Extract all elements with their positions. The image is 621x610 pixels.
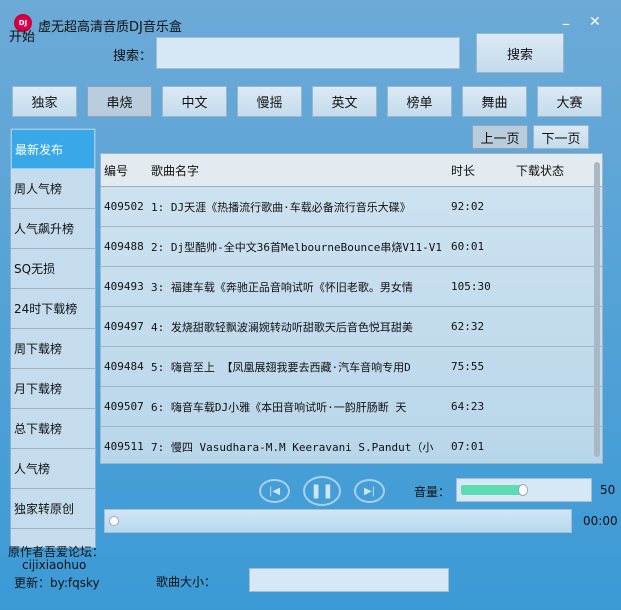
volume-slider[interactable] xyxy=(456,478,592,502)
close-button[interactable]: ✕ xyxy=(589,14,601,30)
progress-knob[interactable] xyxy=(109,516,119,526)
next-page-button[interactable]: 下一页 xyxy=(533,125,589,149)
col-status: 下载状态 xyxy=(516,163,565,178)
song-name: 2: Dj型酷帅-全中文36首MelbourneBounce串烧V11-V1 xyxy=(151,240,443,254)
song-duration: 75:55 xyxy=(451,360,485,373)
category-tab[interactable]: 串烧 xyxy=(87,86,152,117)
minimize-button[interactable]: – xyxy=(562,14,570,33)
category-tab[interactable]: 慢摇 xyxy=(237,86,302,117)
author-name: cijixiaohuo xyxy=(22,558,87,572)
song-id: 409511 xyxy=(104,440,144,453)
song-size-field xyxy=(249,568,449,592)
volume-value: 50 xyxy=(600,483,616,497)
current-time: 00:00 xyxy=(583,514,618,528)
volume-label: 音量： xyxy=(414,485,451,499)
category-tab[interactable]: 榜单 xyxy=(387,86,452,117)
song-name: 7: 慢四 Vasudhara-M.M Keeravani S.Pandut（小 xyxy=(151,440,434,454)
window-title: 虚无超高清音质DJ音乐盒 xyxy=(38,20,182,35)
start-label[interactable]: 开始 xyxy=(9,26,35,45)
table-header: 编号 歌曲名字 时长 下载状态 xyxy=(101,154,602,187)
category-tab[interactable]: 大赛 xyxy=(537,86,602,117)
pause-button[interactable]: ❚❚ xyxy=(303,476,341,506)
category-tab[interactable]: 中文 xyxy=(162,86,227,117)
volume-fill xyxy=(461,485,524,495)
sidebar-item[interactable]: 人气飙升榜 xyxy=(11,209,95,249)
song-id: 409488 xyxy=(104,240,144,253)
song-duration: 62:32 xyxy=(451,320,485,333)
sidebar-item[interactable]: 周人气榜 xyxy=(11,169,95,209)
search-input[interactable] xyxy=(156,37,460,69)
skip-forward-icon: ▶| xyxy=(363,485,376,497)
next-track-button[interactable]: ▶| xyxy=(354,479,385,503)
sidebar-item[interactable]: 月下载榜 xyxy=(11,369,95,409)
category-tab[interactable]: 舞曲 xyxy=(462,86,527,117)
sidebar-item[interactable]: 周下载榜 xyxy=(11,329,95,369)
song-name: 5: 嗨音至上 【凤凰展翅我要去西藏·汽车音响专用D xyxy=(151,360,411,374)
song-id: 409502 xyxy=(104,200,144,213)
sidebar-item[interactable]: 最新发布 xyxy=(11,129,95,169)
sidebar-item[interactable]: 独家转原创 xyxy=(11,489,95,529)
sidebar-item[interactable]: 总下载榜 xyxy=(11,409,95,449)
song-id: 409484 xyxy=(104,360,144,373)
col-duration: 时长 xyxy=(451,163,476,178)
song-name: 6: 嗨音车载DJ小雅《本田音响试听·一韵肝肠断 天 xyxy=(151,400,407,414)
category-tab[interactable]: 英文 xyxy=(312,86,377,117)
sidebar-item[interactable]: 人气榜 xyxy=(11,449,95,489)
table-row[interactable]: 409497 4: 发烧甜歌轻飘波澜婉转动听甜歌天后音色悦耳甜美 62:32 xyxy=(101,307,602,347)
song-duration: 92:02 xyxy=(451,200,485,213)
table-scrollbar[interactable] xyxy=(594,162,600,457)
sidebar: 最新发布 周人气榜 人气飙升榜 SQ无损 24时下载榜 周下载榜 月下载榜 总下载榜 人气榜 独家… xyxy=(10,128,96,548)
update-credit: 更新：by:fqsky xyxy=(14,576,100,590)
table-row[interactable]: 409488 2: Dj型酷帅-全中文36首MelbourneBounce串烧V1… xyxy=(101,227,602,267)
table-row[interactable]: 409507 6: 嗨音车载DJ小雅《本田音响试听·一韵肝肠断 天 64:23 xyxy=(101,387,602,427)
table-row[interactable]: 409502 1: DJ天涯《热播流行歌曲·车载必备流行音乐大碟》 92:02 xyxy=(101,187,602,227)
prev-page-button[interactable]: 上一页 xyxy=(472,125,528,149)
song-id: 409507 xyxy=(104,400,144,413)
progress-slider[interactable] xyxy=(104,509,572,533)
table-row[interactable]: 409493 3: 福建车载《奔驰正品音响试听《怀旧老歌。男女情 105:30 xyxy=(101,267,602,307)
table-row[interactable]: 409484 5: 嗨音至上 【凤凰展翅我要去西藏·汽车音响专用D 75:55 xyxy=(101,347,602,387)
song-table: 编号 歌曲名字 时长 下载状态 409502 1: DJ天涯《热播流行歌曲·车载必… xyxy=(100,153,603,464)
sidebar-item[interactable]: 24时下载榜 xyxy=(11,289,95,329)
col-name: 歌曲名字 xyxy=(151,163,200,178)
song-id: 409497 xyxy=(104,320,144,333)
song-duration: 105:30 xyxy=(451,280,491,293)
song-size-label: 歌曲大小： xyxy=(156,575,217,589)
pause-icon: ❚❚ xyxy=(310,483,334,499)
col-id: 编号 xyxy=(104,163,129,178)
song-name: 3: 福建车载《奔驰正品音响试听《怀旧老歌。男女情 xyxy=(151,280,413,294)
category-tab[interactable]: 独家 xyxy=(12,86,77,117)
previous-track-button[interactable]: |◀ xyxy=(259,479,290,503)
sidebar-item[interactable]: SQ无损 xyxy=(11,249,95,289)
song-duration: 60:01 xyxy=(451,240,485,253)
search-button[interactable]: 搜索 xyxy=(476,33,564,73)
song-name: 1: DJ天涯《热播流行歌曲·车载必备流行音乐大碟》 xyxy=(151,200,411,214)
song-duration: 64:23 xyxy=(451,400,485,413)
song-name: 4: 发烧甜歌轻飘波澜婉转动听甜歌天后音色悦耳甜美 xyxy=(151,320,413,334)
table-row[interactable]: 409511 7: 慢四 Vasudhara-M.M Keeravani S.Pa… xyxy=(101,427,602,463)
skip-back-icon: |◀ xyxy=(268,485,281,497)
song-duration: 07:01 xyxy=(451,440,485,453)
song-id: 409493 xyxy=(104,280,144,293)
volume-knob[interactable] xyxy=(518,484,528,496)
search-label: 搜索： xyxy=(113,49,153,64)
